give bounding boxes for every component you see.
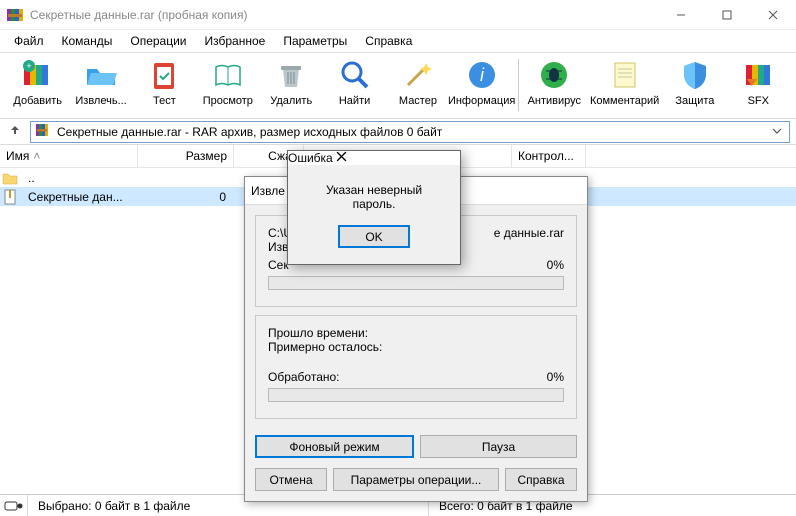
sfx-label: SFX	[748, 95, 769, 107]
view-label: Просмотр	[203, 95, 253, 107]
archive-item-icon	[2, 189, 18, 205]
row-up-name: ..	[22, 171, 136, 185]
test-label: Тест	[153, 95, 176, 107]
error-ok-button[interactable]: OK	[338, 225, 410, 248]
extract-pct2: 0%	[534, 370, 564, 384]
wizard-button[interactable]: Мастер	[386, 55, 449, 107]
address-text: Секретные данные.rar - RAR архив, размер…	[57, 125, 763, 139]
window-title: Секретные данные.rar (пробная копия)	[30, 8, 658, 22]
sort-asc-icon: ˄	[33, 149, 40, 163]
cancel-button[interactable]: Отмена	[255, 468, 327, 491]
col-control[interactable]: Контрол...	[512, 145, 586, 167]
folder-icon	[2, 171, 18, 185]
shield-icon	[677, 57, 713, 93]
maximize-button[interactable]	[704, 0, 750, 29]
progress-bar-1	[268, 276, 564, 290]
protect-label: Защита	[675, 95, 714, 107]
wand-icon	[400, 57, 436, 93]
menu-file[interactable]: Файл	[6, 32, 52, 50]
info-button[interactable]: i Информация	[450, 55, 514, 107]
menu-operations[interactable]: Операции	[122, 32, 194, 50]
trash-icon	[273, 57, 309, 93]
up-button[interactable]	[6, 123, 24, 140]
search-icon	[337, 57, 373, 93]
app-icon	[6, 6, 24, 24]
background-mode-button[interactable]: Фоновый режим	[255, 435, 414, 458]
error-dialog-titlebar[interactable]: Ошибка	[288, 151, 460, 165]
error-ok-row: OK	[288, 219, 460, 264]
titlebar: Секретные данные.rar (пробная копия)	[0, 0, 796, 30]
archive-icon	[35, 122, 51, 141]
processed-label: Обработано:	[268, 370, 534, 384]
test-button[interactable]: Тест	[133, 55, 196, 107]
extract-path-right: е данные.rar	[494, 226, 564, 240]
error-dialog: Ошибка Указан неверный пароль. OK	[287, 150, 461, 265]
books-icon: +	[20, 57, 56, 93]
protect-button[interactable]: Защита	[663, 55, 726, 107]
menubar: Файл Команды Операции Избранное Параметр…	[0, 30, 796, 52]
error-message: Указан неверный пароль.	[288, 165, 460, 219]
book-icon	[210, 57, 246, 93]
menu-commands[interactable]: Команды	[54, 32, 121, 50]
extract-btnrow-2: Отмена Параметры операции... Справка	[245, 468, 587, 501]
sfx-icon	[740, 57, 776, 93]
toolbar-separator	[518, 59, 519, 111]
add-label: Добавить	[13, 95, 62, 107]
menu-options[interactable]: Параметры	[275, 32, 355, 50]
extract-btnrow-1: Фоновый режим Пауза	[245, 429, 587, 468]
window-buttons	[658, 0, 796, 29]
remaining-label: Примерно осталось:	[268, 340, 564, 354]
row-item-size: 0	[136, 190, 232, 204]
comment-button[interactable]: Комментарий	[586, 55, 663, 107]
elapsed-label: Прошло времени:	[268, 326, 564, 340]
menu-help[interactable]: Справка	[357, 32, 420, 50]
extract-label: Извлечь...	[75, 95, 126, 107]
clipboard-check-icon	[146, 57, 182, 93]
col-size[interactable]: Размер	[138, 145, 234, 167]
delete-label: Удалить	[270, 95, 312, 107]
folder-open-icon	[83, 57, 119, 93]
help-button[interactable]: Справка	[505, 468, 577, 491]
note-icon	[607, 57, 643, 93]
antivirus-button[interactable]: Антивирус	[523, 55, 586, 107]
sfx-button[interactable]: SFX	[727, 55, 790, 107]
operation-params-button[interactable]: Параметры операции...	[333, 468, 499, 491]
toolbar: + Добавить Извлечь... Тест Просмотр Удал…	[0, 52, 796, 118]
wizard-label: Мастер	[399, 95, 437, 107]
comment-label: Комментарий	[590, 95, 659, 107]
pause-button[interactable]: Пауза	[420, 435, 577, 458]
extract-button[interactable]: Извлечь...	[69, 55, 132, 107]
info-icon: i	[464, 57, 500, 93]
extract-pct1: 0%	[534, 258, 564, 272]
find-button[interactable]: Найти	[323, 55, 386, 107]
col-name[interactable]: Имя˄	[0, 145, 138, 167]
row-item-name: Секретные дан...	[22, 190, 136, 204]
delete-button[interactable]: Удалить	[260, 55, 323, 107]
progress-bar-2	[268, 388, 564, 402]
svg-text:+: +	[26, 61, 31, 71]
minimize-button[interactable]	[658, 0, 704, 29]
error-dialog-title: Ошибка	[288, 151, 333, 165]
close-button[interactable]	[750, 0, 796, 29]
find-label: Найти	[339, 95, 370, 107]
address-dropdown[interactable]	[769, 125, 785, 139]
address-bar: Секретные данные.rar - RAR архив, размер…	[0, 118, 796, 144]
info-label: Информация	[448, 95, 515, 107]
antivirus-label: Антивирус	[528, 95, 581, 107]
error-close-button[interactable]	[336, 151, 347, 165]
menu-favorites[interactable]: Избранное	[197, 32, 274, 50]
status-icon[interactable]	[0, 495, 28, 516]
view-button[interactable]: Просмотр	[196, 55, 259, 107]
extract-time-group: Прошло времени: Примерно осталось: Обраб…	[255, 315, 577, 419]
address-box[interactable]: Секретные данные.rar - RAR архив, размер…	[30, 121, 790, 143]
col-trailer	[586, 145, 796, 167]
bug-icon	[536, 57, 572, 93]
add-button[interactable]: + Добавить	[6, 55, 69, 107]
